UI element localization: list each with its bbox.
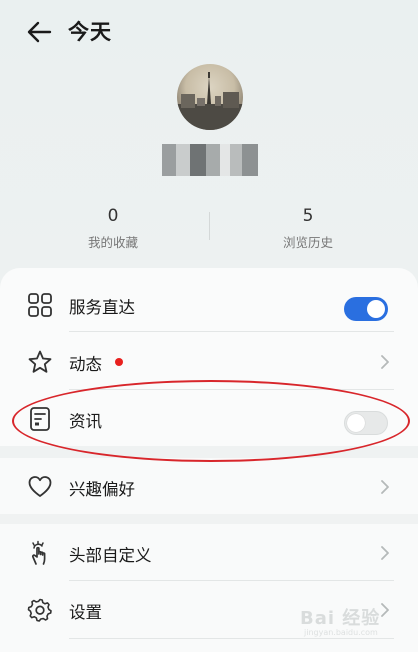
menu-item-label: 动态 bbox=[69, 355, 102, 374]
stat-favorites[interactable]: 0 我的收藏 bbox=[33, 206, 193, 251]
page-title: 今天 bbox=[68, 20, 112, 44]
avatar[interactable] bbox=[177, 64, 243, 130]
news-icon bbox=[30, 407, 50, 431]
stats-bar: 0 我的收藏 5 浏览历史 bbox=[0, 200, 418, 260]
menu-item-label: 设置 bbox=[69, 603, 102, 622]
watermark-sub: jingyan.baidu.com bbox=[304, 628, 378, 637]
stat-history[interactable]: 5 浏览历史 bbox=[228, 206, 388, 251]
stat-divider bbox=[209, 212, 210, 240]
divider bbox=[69, 331, 394, 332]
arrow-left-icon[interactable] bbox=[24, 17, 54, 47]
chevron-right-icon bbox=[381, 480, 389, 494]
menu-item-custom-header[interactable]: 头部自定义 bbox=[0, 524, 418, 582]
news-toggle[interactable] bbox=[344, 411, 388, 435]
menu-item-label: 资讯 bbox=[69, 412, 102, 431]
header: 今天 bbox=[0, 0, 418, 62]
heart-icon bbox=[28, 476, 52, 497]
notification-dot bbox=[115, 358, 123, 366]
toggle-knob bbox=[367, 300, 385, 318]
chevron-right-icon bbox=[381, 546, 389, 560]
menu-item-service[interactable]: 服务直达 bbox=[0, 276, 418, 334]
grid-icon bbox=[28, 293, 52, 317]
stat-history-value: 5 bbox=[302, 206, 314, 226]
menu-item-moments[interactable]: 动态 bbox=[0, 333, 418, 391]
menu-item-label: 头部自定义 bbox=[69, 546, 152, 565]
menu-card-secondary: 兴趣偏好 bbox=[0, 458, 418, 514]
stat-favorites-value: 0 bbox=[107, 206, 119, 226]
star-icon bbox=[28, 350, 52, 373]
service-toggle[interactable] bbox=[344, 297, 388, 321]
watermark-text: Bai 经验 bbox=[300, 608, 381, 629]
stat-history-label: 浏览历史 bbox=[282, 235, 333, 250]
menu-item-label: 兴趣偏好 bbox=[69, 480, 135, 499]
toggle-knob bbox=[347, 414, 365, 432]
menu-item-news[interactable]: 资讯 bbox=[0, 390, 418, 448]
stat-favorites-label: 我的收藏 bbox=[87, 235, 138, 250]
menu-item-interests[interactable]: 兴趣偏好 bbox=[0, 458, 418, 516]
menu-item-label: 服务直达 bbox=[69, 298, 135, 317]
tap-hand-icon bbox=[32, 540, 46, 565]
gear-icon bbox=[27, 598, 52, 622]
chevron-right-icon bbox=[381, 355, 389, 369]
watermark: Bai 经验 jingyan.baidu.com bbox=[296, 596, 416, 646]
username-blurred bbox=[162, 144, 258, 176]
menu-card-primary: 服务直达 动态 资讯 bbox=[0, 268, 418, 446]
